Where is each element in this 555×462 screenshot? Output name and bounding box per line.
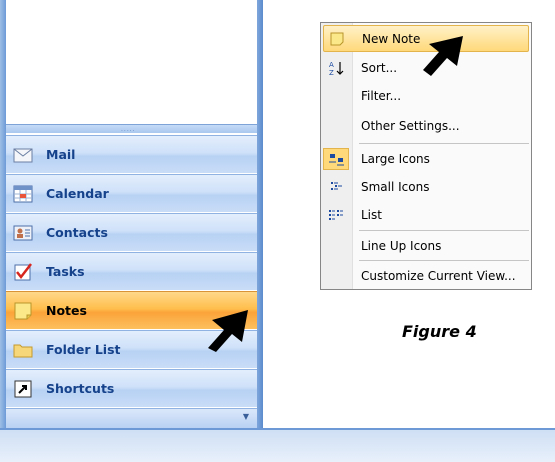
menu-item-line-up-icons[interactable]: Line Up Icons [323, 232, 529, 259]
menu-label-customize-current-view: Customize Current View... [361, 268, 516, 283]
task-check-icon [12, 261, 34, 283]
nav-button-contacts[interactable]: Contacts [6, 213, 257, 251]
contact-card-icon [12, 222, 34, 244]
sticky-note-icon [12, 300, 34, 322]
svg-text:Z: Z [329, 69, 334, 77]
menu-label-other-settings: Other Settings... [361, 118, 460, 133]
menu-item-large-icons[interactable]: Large Icons [323, 145, 529, 172]
nav-button-calendar[interactable]: Calendar [6, 174, 257, 212]
menu-label-sort: Sort... [361, 60, 398, 75]
menu-label-line-up-icons: Line Up Icons [361, 238, 442, 253]
chevron-down-icon[interactable]: ▼ [243, 412, 249, 421]
svg-text:A: A [329, 61, 334, 69]
nav-label-notes: Notes [46, 303, 87, 318]
nav-button-mail[interactable]: Mail [6, 135, 257, 173]
menu-label-list: List [361, 207, 382, 222]
navigation-pane: ..... Mail Calendar Contacts Tasks Notes… [0, 0, 263, 428]
configure-buttons-bar[interactable]: ▼ [6, 408, 257, 428]
shortcut-arrow-icon [12, 378, 34, 400]
menu-item-other-settings[interactable]: Other Settings... [323, 112, 529, 139]
envelope-icon [12, 144, 34, 166]
menu-item-list[interactable]: List [323, 201, 529, 228]
nav-label-mail: Mail [46, 147, 76, 162]
menu-separator [359, 230, 529, 231]
nav-label-contacts: Contacts [46, 225, 108, 240]
pane-splitter[interactable] [257, 0, 263, 428]
status-bar [0, 428, 555, 462]
grip-dots: ..... [121, 126, 136, 133]
menu-item-customize-current-view[interactable]: Customize Current View... [323, 262, 529, 289]
sort-az-icon: A Z [323, 57, 349, 79]
menu-label-small-icons: Small Icons [361, 179, 430, 194]
nav-label-calendar: Calendar [46, 186, 109, 201]
figure-caption: Figure 4 [402, 322, 477, 341]
pointer-arrow-icon [208, 310, 248, 352]
calendar-icon [12, 183, 34, 205]
menu-label-new-note: New Note [362, 31, 421, 46]
menu-label-large-icons: Large Icons [361, 151, 430, 166]
menu-item-filter[interactable]: Filter... [323, 82, 529, 109]
resize-grip[interactable]: ..... [6, 124, 257, 133]
folder-icon [12, 339, 34, 361]
new-note-icon [324, 28, 350, 50]
menu-separator [359, 260, 529, 261]
nav-button-shortcuts[interactable]: Shortcuts [6, 369, 257, 407]
menu-item-small-icons[interactable]: Small Icons [323, 173, 529, 200]
menu-separator [359, 143, 529, 144]
pointer-arrow-icon [423, 36, 463, 76]
nav-label-tasks: Tasks [46, 264, 85, 279]
nav-label-folder-list: Folder List [46, 342, 121, 357]
large-icons-icon [323, 147, 349, 170]
nav-label-shortcuts: Shortcuts [46, 381, 115, 396]
folder-pane [6, 0, 257, 124]
menu-label-filter: Filter... [361, 88, 402, 103]
small-icons-icon [323, 176, 349, 198]
list-view-icon [323, 204, 349, 226]
nav-button-tasks[interactable]: Tasks [6, 252, 257, 290]
